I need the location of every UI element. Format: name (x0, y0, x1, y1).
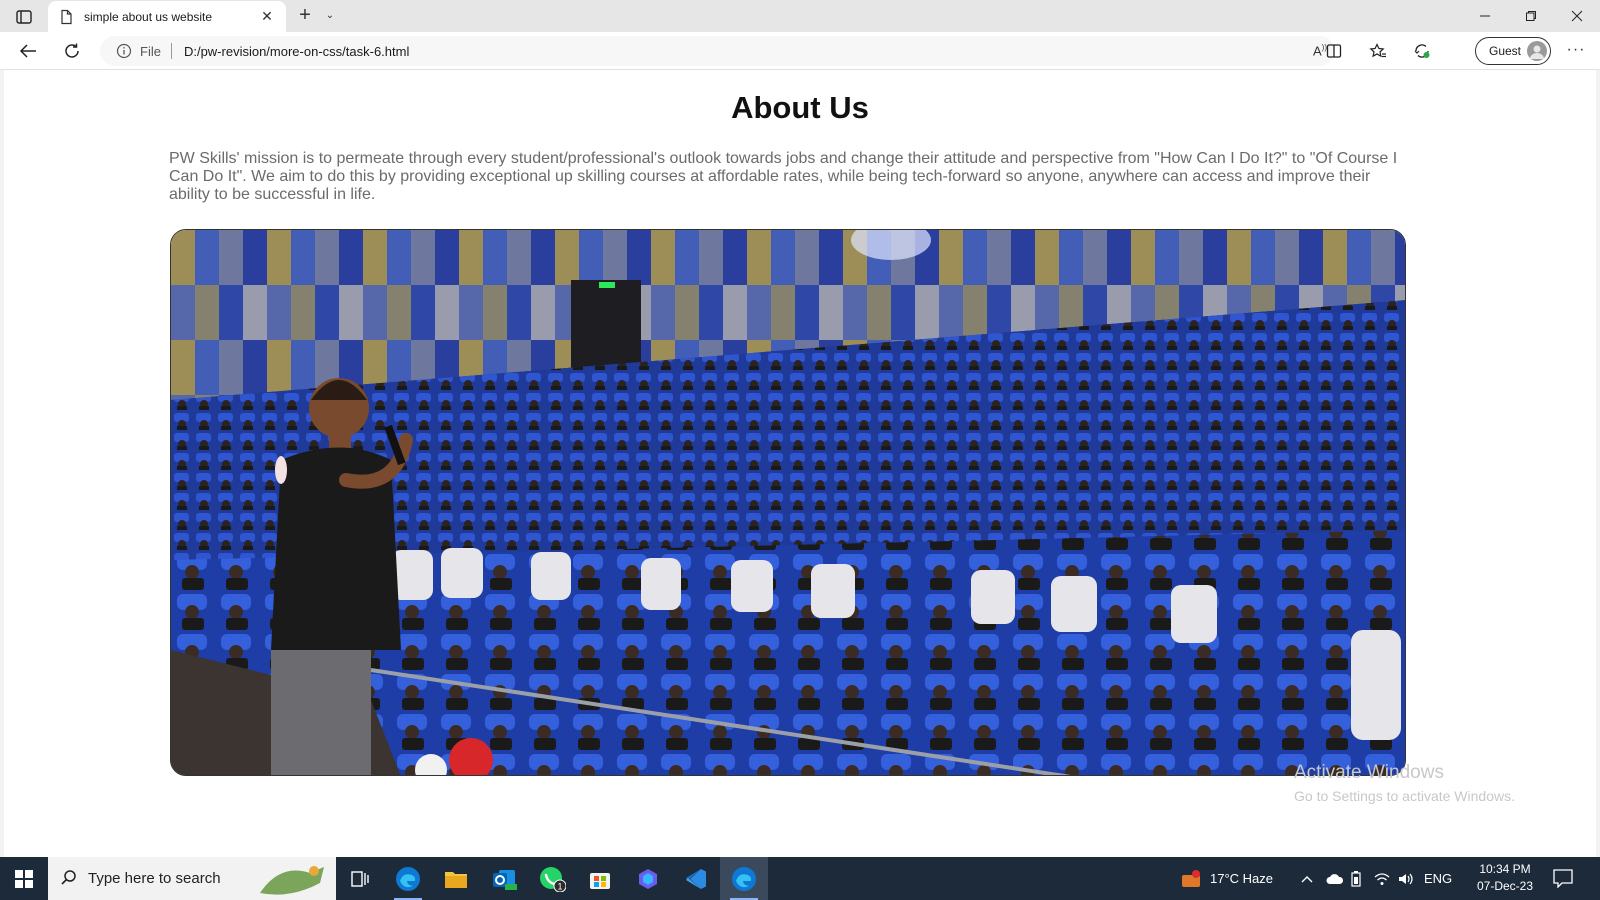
watermark-line-1: Activate Windows (1294, 762, 1444, 783)
watermark-line-2: Go to Settings to activate Windows. (1294, 788, 1515, 804)
clock-time: 10:34 PM (1479, 862, 1531, 876)
new-tab-icon[interactable]: + (294, 5, 316, 27)
search-placeholder: Type here to search (88, 870, 221, 887)
volume-icon[interactable] (1398, 857, 1414, 900)
windows-start-icon[interactable] (0, 857, 48, 900)
search-icon (61, 870, 76, 885)
profile-button[interactable]: Guest (1475, 37, 1551, 65)
url-text[interactable]: D:/pw-revision/more-on-css/task-6.html (184, 44, 1305, 59)
language-indicator[interactable]: ENG (1424, 857, 1452, 900)
store-icon[interactable] (576, 857, 624, 900)
weather-widget[interactable]: 17°C Haze (1180, 857, 1273, 900)
weather-text: 17°C Haze (1210, 871, 1274, 886)
avatar (1527, 41, 1547, 61)
wifi-icon[interactable] (1374, 857, 1390, 900)
restore-button[interactable] (1508, 0, 1554, 32)
activate-windows-watermark: Activate Windows Go to Settings to activ… (1294, 762, 1515, 804)
tab-active[interactable]: simple about us website ✕ (48, 1, 286, 32)
edge-icon[interactable] (384, 857, 432, 900)
back-button[interactable] (14, 38, 42, 64)
close-tab-icon[interactable]: ✕ (258, 8, 276, 26)
search-highlight-icon (260, 866, 324, 895)
profile-label: Guest (1489, 44, 1522, 58)
split-screen-icon[interactable] (1320, 38, 1348, 64)
taskbar: Type here to search 1 17°C Haze ENG 10:3… (0, 857, 1600, 900)
navigation-bar: File D:/pw-revision/more-on-css/task-6.h… (0, 32, 1600, 70)
copilot-icon[interactable] (624, 857, 672, 900)
favorites-icon[interactable] (1364, 38, 1392, 64)
close-window-button[interactable] (1554, 0, 1600, 32)
more-options-icon[interactable]: ··· (1562, 38, 1590, 64)
battery-icon[interactable] (1350, 857, 1362, 900)
address-separator (170, 43, 172, 59)
page-viewport: About Us PW Skills' mission is to permea… (4, 70, 1596, 857)
browser-essentials-icon[interactable] (1408, 38, 1436, 64)
page-icon (61, 9, 72, 24)
language-label: ENG (1424, 871, 1453, 886)
edge-dev-icon[interactable] (720, 857, 768, 900)
whatsapp-badge: 1 (557, 881, 562, 891)
scheme-label: File (140, 43, 161, 59)
tab-title: simple about us website (84, 9, 213, 24)
notification-icon[interactable] (1552, 868, 1574, 889)
whatsapp-icon[interactable]: 1 (528, 857, 576, 900)
task-view-icon[interactable] (336, 857, 384, 900)
clock-date: 07-Dec-23 (1476, 879, 1534, 893)
system-clock[interactable]: 10:34 PM 07-Dec-23 (1470, 861, 1540, 895)
title-bar: simple about us website ✕ + ⌄ (0, 0, 1600, 32)
about-paragraph: PW Skills' mission is to permeate throug… (169, 150, 1398, 203)
taskbar-search-box[interactable]: Type here to search (48, 857, 336, 900)
refresh-button[interactable] (58, 38, 86, 64)
page-title: About Us (731, 90, 869, 125)
outlook-icon[interactable] (480, 857, 528, 900)
onedrive-icon[interactable] (1326, 857, 1344, 900)
auditorium-photo (170, 229, 1406, 776)
info-icon[interactable] (116, 43, 132, 59)
chevron-down-icon[interactable]: ⌄ (322, 7, 338, 25)
vscode-icon[interactable] (672, 857, 720, 900)
show-hidden-icons[interactable] (1300, 857, 1314, 900)
address-bar[interactable]: File D:/pw-revision/more-on-css/task-6.h… (100, 36, 1335, 66)
weather-icon (1182, 869, 1200, 887)
minimize-button[interactable] (1462, 0, 1508, 32)
file-explorer-icon[interactable] (432, 857, 480, 900)
tab-actions-icon[interactable] (10, 6, 38, 28)
